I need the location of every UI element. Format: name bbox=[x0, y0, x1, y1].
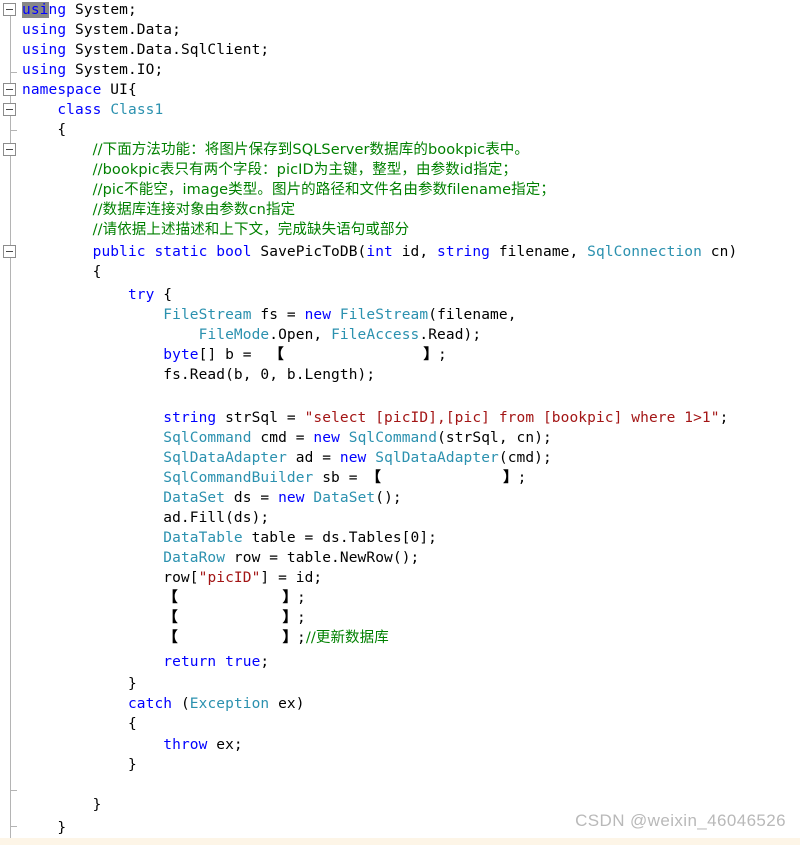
code-line-datatable[interactable]: DataTable table = ds.Tables[0]; bbox=[22, 528, 437, 548]
code-line-method-open-brace[interactable]: { bbox=[22, 262, 102, 282]
code-line-comment-1[interactable]: //下面方法功能：将图片保存到SQLServer数据库的bookpic表中。 bbox=[22, 140, 529, 160]
code-line-comment-3[interactable]: //pic不能空，image类型。图片的路径和文件名由参数filename指定； bbox=[22, 180, 555, 200]
code-line-sqldataadapter[interactable]: SqlDataAdapter ad = new SqlDataAdapter(c… bbox=[22, 448, 552, 468]
code-line-try-close-brace[interactable]: } bbox=[22, 674, 137, 694]
code-line-sql-string[interactable]: string strSql = "select [picID],[pic] fr… bbox=[22, 408, 728, 428]
code-line-catch-open-brace[interactable]: { bbox=[22, 714, 137, 734]
code-line-namespace[interactable]: namespace UI{ bbox=[22, 80, 137, 100]
code-editor[interactable]: using System; using System.Data; using S… bbox=[0, 0, 800, 838]
code-line-try[interactable]: try { bbox=[22, 285, 172, 305]
code-line-row-picid[interactable]: row["picID"] = id; bbox=[22, 568, 322, 588]
code-line-sqlcommand[interactable]: SqlCommand cmd = new SqlCommand(strSql, … bbox=[22, 428, 552, 448]
code-line-method-signature[interactable]: public static bool SavePicToDB(int id, s… bbox=[22, 242, 738, 262]
code-line-fs-read[interactable]: fs.Read(b, 0, b.Length); bbox=[22, 365, 375, 385]
csdn-watermark: CSDN @weixin_46046526 bbox=[575, 811, 786, 830]
code-line-catch-close-brace[interactable]: } bbox=[22, 755, 137, 775]
fold-marker-method[interactable] bbox=[3, 245, 16, 258]
code-line-class[interactable]: class Class1 bbox=[22, 100, 163, 120]
code-line-class-close-brace[interactable]: } bbox=[22, 818, 66, 838]
fold-tick bbox=[10, 72, 17, 73]
code-line-dataset[interactable]: DataSet ds = new DataSet(); bbox=[22, 488, 402, 508]
fold-tick bbox=[10, 826, 17, 827]
code-line-method-close-brace[interactable]: } bbox=[22, 795, 102, 815]
fold-marker-namespace[interactable] bbox=[3, 83, 16, 96]
fold-marker-comment-region[interactable] bbox=[3, 143, 16, 156]
editor-gutter[interactable] bbox=[0, 0, 22, 838]
selection-highlight: usi bbox=[22, 2, 49, 18]
code-line-return-true[interactable]: return true; bbox=[22, 652, 269, 672]
code-line-comment-5[interactable]: //请依据上述描述和上下文，完成缺失语句或部分 bbox=[22, 220, 409, 240]
bottom-strip bbox=[0, 838, 800, 845]
code-line-blank-1[interactable]: 【 】; bbox=[22, 588, 306, 608]
outline-guide-line bbox=[10, 14, 11, 838]
code-line-using-sqlclient[interactable]: using System.Data.SqlClient; bbox=[22, 40, 269, 60]
code-line-comment-2[interactable]: //bookpic表只有两个字段：picID为主键，整型，由参数id指定； bbox=[22, 160, 517, 180]
code-line-byte-array-blank[interactable]: byte[] b = 【 】; bbox=[22, 345, 447, 365]
code-line-ad-fill[interactable]: ad.Fill(ds); bbox=[22, 508, 269, 528]
code-line-catch[interactable]: catch (Exception ex) bbox=[22, 694, 305, 714]
code-line-blank-2[interactable]: 【 】; bbox=[22, 608, 306, 628]
fold-tick bbox=[10, 790, 17, 791]
code-line-datarow[interactable]: DataRow row = table.NewRow(); bbox=[22, 548, 419, 568]
code-line-using-io[interactable]: using System.IO; bbox=[22, 60, 163, 80]
code-line-filestream-args[interactable]: FileMode.Open, FileAccess.Read); bbox=[22, 325, 481, 345]
code-line-filestream-new[interactable]: FileStream fs = new FileStream(filename, bbox=[22, 305, 517, 325]
fold-marker-using-block[interactable] bbox=[3, 3, 16, 16]
code-line-using-system[interactable]: using System; bbox=[22, 0, 137, 20]
code-line-comment-4[interactable]: //数据库连接对象由参数cn指定 bbox=[22, 200, 295, 220]
code-line-class-open-brace[interactable]: { bbox=[22, 120, 66, 140]
code-line-using-system-data[interactable]: using System.Data; bbox=[22, 20, 181, 40]
code-line-blank-3[interactable]: 【 】;//更新数据库 bbox=[22, 628, 389, 648]
fold-marker-class[interactable] bbox=[3, 103, 16, 116]
code-line-sqlcommandbuilder-blank[interactable]: SqlCommandBuilder sb = 【 】; bbox=[22, 468, 526, 488]
code-line-throw[interactable]: throw ex; bbox=[22, 735, 243, 755]
fold-tick bbox=[10, 130, 17, 131]
